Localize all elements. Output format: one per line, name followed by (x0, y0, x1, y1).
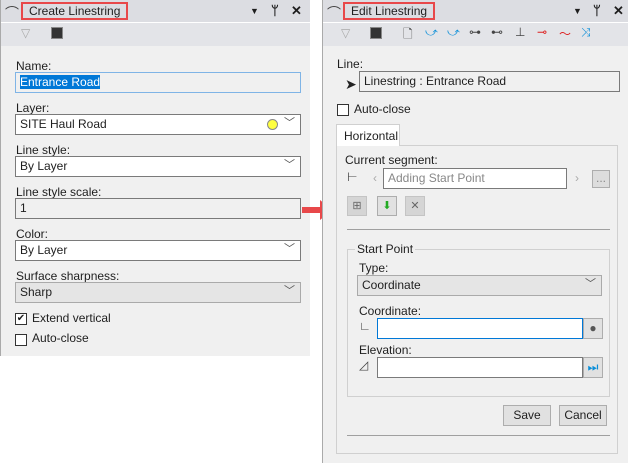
color-label: Color: (16, 227, 49, 241)
curve-icon[interactable]: 〜 (559, 25, 571, 42)
layer-value: SITE Haul Road (20, 117, 107, 131)
next-segment-icon[interactable]: › (575, 171, 579, 185)
cancel-button[interactable]: Cancel (559, 405, 607, 426)
reverse-icon[interactable]: ⤨ (581, 25, 591, 40)
insert-point-button[interactable]: ⬇ (377, 196, 397, 216)
line-style-select[interactable]: By Layer ﹀ (15, 156, 301, 177)
close-icon[interactable]: ✕ (613, 3, 624, 19)
line-style-value: By Layer (20, 159, 68, 173)
elevation-input[interactable] (377, 357, 583, 378)
edit-linestring-panel: ⌒ Edit Linestring ▼ ᛘ ✕ ▽ 🗋 ⤻ ⤻ ⊶ ⊷ ⊥ ⊸ … (322, 0, 628, 463)
edit-linestring-icon: ⌒ (327, 5, 341, 21)
auto-close-label: Auto-close (354, 102, 411, 116)
extend-vertical-label: Extend vertical (32, 311, 111, 325)
delete-vertex-icon[interactable]: ⊸ (537, 25, 547, 39)
pick-coordinate-button[interactable]: ● (583, 318, 603, 339)
chevron-down-icon: ﹀ (284, 159, 295, 171)
previous-segment-icon[interactable]: ‹ (373, 171, 377, 185)
coordinate-icon: ∟ (359, 319, 371, 333)
auto-close-label: Auto-close (32, 331, 89, 345)
tab-horizontal[interactable]: Horizontal (336, 124, 400, 146)
segment-icon: ⊢ (347, 170, 358, 184)
filter-icon[interactable]: ▽ (341, 26, 350, 40)
surface-sharpness-select[interactable]: Sharp ﹀ (15, 282, 301, 303)
console-icon[interactable] (370, 27, 382, 39)
start-point-group: Start Point Type: Coordinate ﹀ Coordinate… (347, 242, 610, 397)
document-icon[interactable]: 🗋 (403, 25, 413, 46)
pin-icon[interactable]: ᛘ (271, 3, 279, 18)
line-style-scale-input[interactable]: 1 (15, 198, 301, 219)
coordinate-label: Coordinate: (359, 304, 422, 318)
save-button[interactable]: Save (503, 405, 551, 426)
line-style-scale-label: Line style scale: (16, 185, 102, 199)
type-select[interactable]: Coordinate ﹀ (357, 275, 602, 296)
chevron-down-icon: ﹀ (585, 278, 596, 290)
split-horizontal-icon[interactable]: ⊶ (469, 25, 481, 39)
coordinate-input[interactable] (377, 318, 583, 339)
insert-vertex-icon[interactable]: ⤻ (447, 25, 460, 40)
tab-content: Current segment: ⊢ ‹ Adding Start Point … (336, 145, 618, 454)
add-segment-button[interactable]: ⊞ (347, 196, 367, 216)
layer-label: Layer: (16, 101, 50, 115)
panel-title: Edit Linestring (343, 2, 436, 20)
type-label: Type: (359, 261, 389, 275)
panel-title: Create Linestring (21, 2, 129, 20)
separator (347, 229, 610, 230)
auto-close-checkbox[interactable] (337, 104, 349, 116)
type-value: Coordinate (362, 278, 421, 292)
elevation-icon: ◿ (359, 358, 369, 372)
delete-segment-button[interactable]: ✕ (405, 196, 425, 216)
color-select[interactable]: By Layer ﹀ (15, 240, 301, 261)
toolbar: ▽ 🗋 ⤻ ⤻ ⊶ ⊷ ⊥ ⊸ 〜 ⤨ (323, 22, 628, 46)
title-bar: ⌒ Create Linestring ▼ ᛘ ✕ (1, 0, 310, 22)
elevation-label: Elevation: (359, 343, 412, 357)
surface-sharpness-label: Surface sharpness: (16, 269, 120, 283)
title-bar: ⌒ Edit Linestring ▼ ᛘ ✕ (323, 0, 628, 22)
toolbar: ▽ (1, 22, 310, 46)
create-linestring-panel: ⌒ Create Linestring ▼ ᛘ ✕ ▽ Name: Entran… (0, 0, 310, 356)
surface-sharpness-value: Sharp (20, 285, 53, 299)
name-value: Entrance Road (20, 75, 101, 89)
segment-field: Adding Start Point (383, 168, 567, 189)
filter-icon[interactable]: ▽ (21, 26, 30, 40)
line-style-label: Line style: (16, 143, 71, 157)
group-title: Start Point (355, 242, 416, 256)
line-label: Line: (337, 57, 364, 71)
chevron-down-icon: ﹀ (284, 285, 295, 297)
more-button[interactable]: ... (592, 170, 610, 188)
auto-close-checkbox[interactable] (15, 334, 27, 346)
name-label: Name: (16, 59, 52, 73)
separator (347, 435, 610, 436)
current-segment-label: Current segment: (345, 153, 438, 167)
dropdown-icon[interactable]: ▼ (573, 6, 582, 16)
chevron-down-icon: ﹀ (284, 117, 295, 129)
linestring-icon: ⌒ (5, 5, 19, 21)
chevron-down-icon: ﹀ (284, 243, 295, 255)
break-icon[interactable]: ⊷ (491, 25, 503, 39)
elevation-next-button[interactable]: ⏭ (583, 357, 603, 378)
close-icon[interactable]: ✕ (291, 3, 302, 19)
pin-icon[interactable]: ᛘ (593, 3, 601, 18)
vertical-icon[interactable]: ⊥ (515, 25, 525, 39)
add-vertex-icon[interactable]: ⤻ (425, 25, 438, 40)
name-input[interactable]: Entrance Road (15, 72, 301, 93)
color-value: By Layer (20, 243, 68, 257)
dropdown-icon[interactable]: ▼ (250, 6, 259, 16)
select-cursor-icon[interactable]: ➤ (345, 76, 357, 93)
layer-select[interactable]: SITE Haul Road ﹀ (15, 114, 301, 135)
console-icon[interactable] (51, 27, 63, 39)
layer-color-swatch (267, 119, 278, 130)
line-field: Linestring : Entrance Road (359, 71, 620, 92)
extend-vertical-checkbox[interactable]: ✔ (15, 313, 27, 325)
